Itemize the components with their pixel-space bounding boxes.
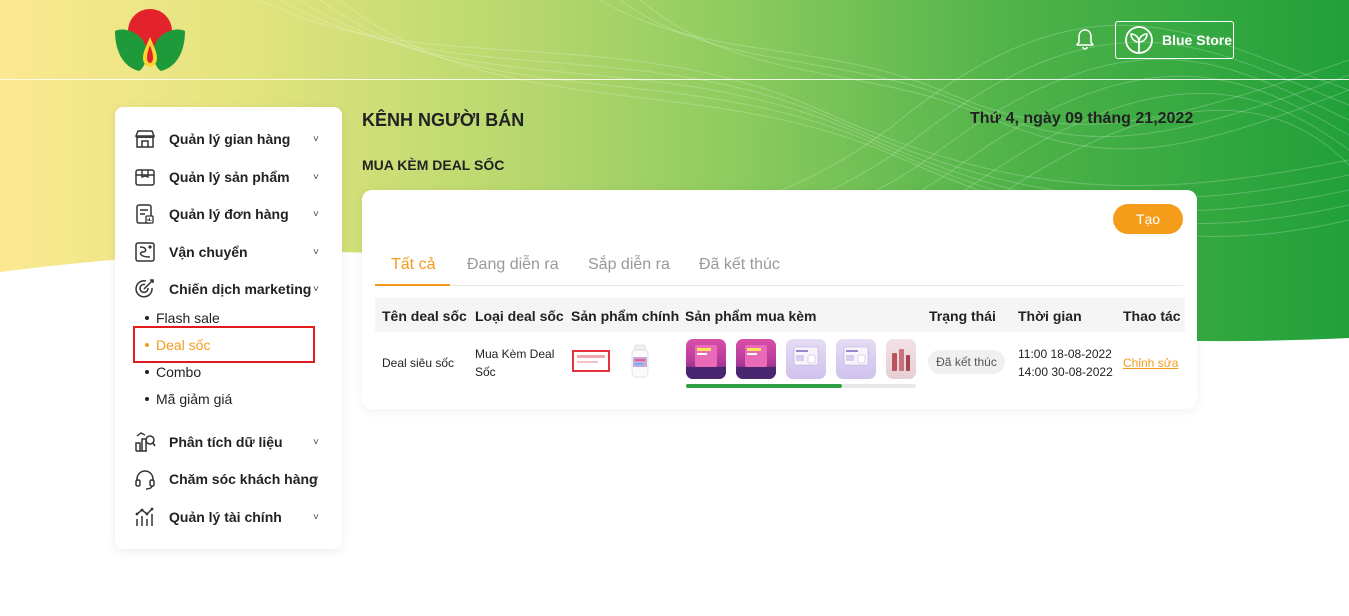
deal-name: Deal siêu sốc <box>382 356 455 370</box>
sidebar-item-label: Quản lý sản phẩm <box>169 169 290 185</box>
image-detail <box>577 361 598 363</box>
addon-product-thumbnail[interactable] <box>836 339 876 379</box>
target-icon <box>135 279 154 298</box>
clipboard-icon <box>136 204 154 224</box>
chevron-down-icon: ˅ <box>313 473 319 485</box>
sidebar-item-shipping[interactable]: Vận chuyển ˅ <box>115 237 342 267</box>
bullet-dot <box>145 370 149 374</box>
addon-product-thumbnail[interactable] <box>736 339 776 379</box>
tab-upcoming[interactable]: Sắp diễn ra <box>588 256 670 274</box>
section-title: MUA KÈM DEAL SỐC <box>362 157 505 173</box>
main-product-image[interactable] <box>572 350 610 372</box>
chevron-down-icon: ˅ <box>313 171 319 183</box>
sidebar-item-order-management[interactable]: Quản lý đơn hàng ˅ <box>115 199 342 229</box>
product-box-image <box>686 345 726 379</box>
sidebar-item-label: Phân tích dữ liệu <box>169 434 283 450</box>
sidebar-item-label: Chăm sóc khách hàng <box>169 471 318 487</box>
chevron-down-icon: ˅ <box>313 208 319 220</box>
sidebar-item-marketing-campaign[interactable]: Chiến dịch marketing ˅ <box>115 274 342 304</box>
chevron-down-icon: ˅ <box>313 246 319 258</box>
chevron-down-icon: ˅ <box>313 133 319 145</box>
product-card-image <box>843 346 869 366</box>
sidebar-subitem-combo[interactable]: Combo <box>145 364 201 380</box>
column-header: Loại deal sốc <box>475 308 564 324</box>
column-header: Tên deal sốc <box>382 308 467 324</box>
headset-icon <box>135 470 155 490</box>
bullet-dot <box>145 316 149 320</box>
column-header: Sản phẩm chính <box>571 308 680 324</box>
addon-product-thumbnail[interactable] <box>786 339 826 379</box>
current-date: Thứ 4, ngày 09 tháng 21,2022 <box>970 110 1194 127</box>
sidebar-item-store-management[interactable]: Quản lý gian hàng ˅ <box>115 124 342 154</box>
sidebar-item-finance-management[interactable]: Quản lý tài chính ˅ <box>115 502 342 532</box>
image-detail <box>577 355 605 358</box>
sidebar-item-data-analytics[interactable]: Phân tích dữ liệu ˅ <box>115 427 342 457</box>
deal-type-line2: Sốc <box>475 365 496 379</box>
box-icon <box>135 169 155 186</box>
main-product-bottle-image[interactable] <box>630 344 650 378</box>
sidebar-subitem-label: Flash sale <box>156 310 220 326</box>
bell-icon[interactable] <box>1073 27 1097 51</box>
store-name: Blue Store <box>1162 32 1233 48</box>
store-icon <box>135 130 155 148</box>
sidebar-subitem-flash-sale[interactable]: Flash sale <box>145 310 220 326</box>
addon-product-thumbnail[interactable] <box>886 339 916 379</box>
status-tabs: Tất cả Đang diễn ra Sắp diễn ra Đã kết t… <box>375 246 1183 286</box>
sidebar-item-label: Quản lý đơn hàng <box>169 206 289 222</box>
column-header: Thao tác <box>1123 308 1181 324</box>
column-header: Trạng thái <box>929 308 996 324</box>
addon-product-thumbnail[interactable] <box>686 339 726 379</box>
chevron-down-icon: ˅ <box>313 511 319 523</box>
finance-icon <box>135 507 154 526</box>
bullet-dot <box>145 397 149 401</box>
highlight-annotation-box <box>133 326 315 363</box>
store-account-button[interactable]: Blue Store <box>1115 21 1234 59</box>
sidebar-subitem-label: Mã giảm giá <box>156 391 233 407</box>
time-end: 14:00 30-08-2022 <box>1018 365 1113 379</box>
time-start: 11:00 18-08-2022 <box>1018 347 1112 361</box>
tab-ongoing[interactable]: Đang diễn ra <box>467 256 559 274</box>
status-badge: Đã kết thúc <box>928 350 1005 374</box>
addon-products-scrollbar[interactable] <box>686 384 916 388</box>
deal-list-card: Tạo Tất cả Đang diễn ra Sắp diễn ra Đã k… <box>362 190 1197 409</box>
create-button[interactable]: Tạo <box>1113 204 1183 234</box>
chevron-down-icon: ˅ <box>313 283 319 295</box>
tab-ended[interactable]: Đã kết thúc <box>699 256 780 274</box>
header-divider <box>0 79 1349 80</box>
sidebar-item-label: Quản lý gian hàng <box>169 131 291 147</box>
product-bottles-image <box>892 349 910 371</box>
analytics-icon <box>135 432 156 452</box>
deal-type-line1: Mua Kèm Deal <box>475 347 555 361</box>
sidebar-item-label: Chiến dịch marketing <box>169 281 312 297</box>
active-tab-indicator <box>375 284 450 286</box>
edit-link[interactable]: Chỉnh sửa <box>1123 356 1178 370</box>
store-logo-icon <box>1125 26 1153 54</box>
product-box-image <box>736 345 776 379</box>
product-card-image <box>793 346 819 366</box>
column-header: Thời gian <box>1018 308 1082 324</box>
table-header: Tên deal sốc Loại deal sốc Sản phẩm chín… <box>375 298 1185 332</box>
page-title: KÊNH NGƯỜI BÁN <box>362 110 525 130</box>
column-header: Sản phẩm mua kèm <box>685 308 817 324</box>
chevron-down-icon: ˅ <box>313 436 319 448</box>
sidebar-item-label: Vận chuyển <box>169 244 248 260</box>
sidebar-subitem-label: Combo <box>156 364 202 380</box>
sidebar: Quản lý gian hàng ˅ Quản lý sản phẩm ˅ Q… <box>115 107 342 549</box>
leaf-drop-logo <box>115 9 185 71</box>
sidebar-item-customer-care[interactable]: Chăm sóc khách hàng ˅ <box>115 464 342 494</box>
sidebar-item-product-management[interactable]: Quản lý sản phẩm ˅ <box>115 162 342 192</box>
tab-all[interactable]: Tất cả <box>391 256 435 274</box>
sidebar-item-label: Quản lý tài chính <box>169 509 282 525</box>
scrollbar-thumb[interactable] <box>686 384 842 388</box>
route-icon <box>135 242 155 262</box>
sidebar-subitem-voucher[interactable]: Mã giảm giá <box>145 391 232 407</box>
